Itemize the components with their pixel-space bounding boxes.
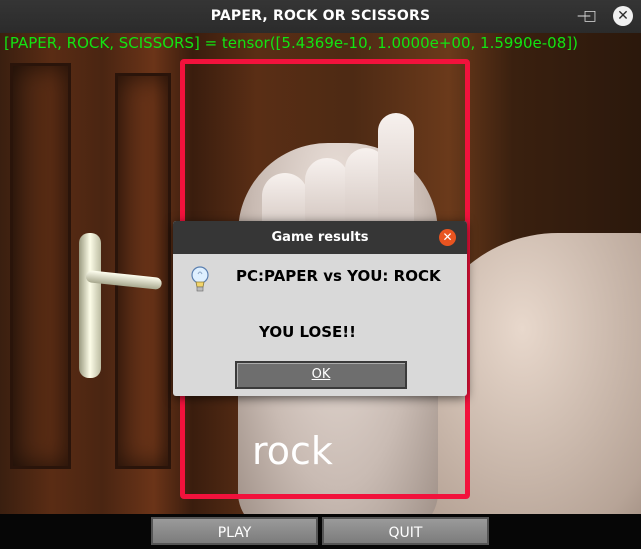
ok-button[interactable]: OK xyxy=(235,361,407,389)
play-button[interactable]: PLAY xyxy=(151,517,318,545)
dialog-titlebar: Game results ✕ xyxy=(173,221,467,254)
prediction-tensor-text: [PAPER, ROCK, SCISSORS] = tensor([5.4369… xyxy=(4,34,578,52)
controls-bar: PLAY QUIT xyxy=(0,514,641,549)
dialog-close-icon[interactable]: ✕ xyxy=(439,229,456,246)
result-matchup-text: PC:PAPER vs YOU: ROCK xyxy=(236,267,441,285)
close-icon[interactable]: ✕ xyxy=(613,6,633,26)
dialog-title: Game results xyxy=(271,230,369,245)
game-results-dialog: Game results ✕ PC:PAPER vs YOU: ROCK YOU… xyxy=(173,221,467,396)
maximize-icon[interactable]: □ xyxy=(580,6,600,26)
result-outcome-text: YOU LOSE!! xyxy=(259,323,356,341)
quit-button[interactable]: QUIT xyxy=(322,517,489,545)
window-titlebar: PAPER, ROCK OR SCISSORS — □ ✕ xyxy=(0,0,641,33)
lightbulb-icon xyxy=(191,266,209,292)
window-title: PAPER, ROCK OR SCISSORS xyxy=(210,8,431,24)
door-handle-plate xyxy=(79,233,101,378)
door-panel-mid xyxy=(115,73,171,469)
door-panel-left xyxy=(10,63,71,469)
prediction-label: rock xyxy=(252,429,333,473)
